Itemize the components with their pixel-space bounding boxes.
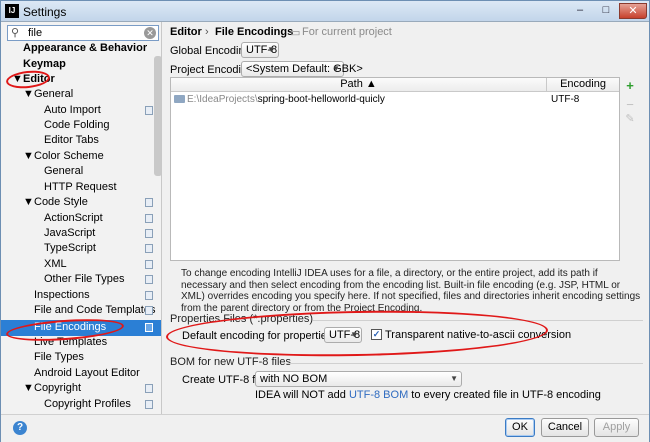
tree-item-color-scheme[interactable]: Color Scheme <box>34 149 104 164</box>
project-scope-icon <box>145 198 153 207</box>
bom-value: with NO BOM <box>260 373 328 385</box>
tree-item-file-types[interactable]: File Types <box>34 350 84 365</box>
bom-section-title: BOM for new UTF-8 files <box>170 356 292 368</box>
project-encoding-select[interactable]: <System Default: GBK> ▼ <box>241 61 363 77</box>
bom-select[interactable]: with NO BOM ▼ <box>255 371 462 387</box>
chevron-down-icon: ▼ <box>450 374 458 383</box>
tree-item-other-file-types[interactable]: Other File Types <box>44 272 125 287</box>
chevron-down-icon[interactable]: ▼ <box>23 381 34 396</box>
encoding-column-header[interactable]: Encoding <box>547 78 619 92</box>
sidebar-scrollbar[interactable] <box>154 56 161 176</box>
tree-item-inspections[interactable]: Inspections <box>34 288 90 303</box>
tree-item-http-request[interactable]: HTTP Request <box>44 180 117 195</box>
settings-window: IJ Settings – □ ✕ ⚲ file ✕ Appearance & … <box>0 0 650 442</box>
window-title: Settings <box>23 5 67 19</box>
search-icon: ⚲ <box>11 27 20 39</box>
chevron-down-icon[interactable]: ▼ <box>23 149 34 164</box>
tree-item-xml[interactable]: XML <box>44 257 67 272</box>
tree-item-file-and-code-templates[interactable]: File and Code Templates <box>34 303 155 318</box>
encodings-table[interactable]: Path ▲ Encoding E:\IdeaProjects\spring-b… <box>170 77 620 261</box>
path-column-header[interactable]: Path ▲ <box>171 78 547 92</box>
tree-item-code-folding[interactable]: Code Folding <box>44 118 109 133</box>
scope-note: For current project <box>302 26 392 38</box>
project-scope-icon <box>145 275 153 284</box>
project-scope-icon <box>145 244 153 253</box>
breadcrumb-editor: Editor <box>170 26 202 38</box>
tree-item-auto-import[interactable]: Auto Import <box>44 103 101 118</box>
help-icon[interactable]: ? <box>13 421 27 435</box>
page-title: File Encodings <box>215 26 294 38</box>
tree-item-actionscript[interactable]: ActionScript <box>44 211 103 226</box>
tree-item-editor-tabs[interactable]: Editor Tabs <box>44 133 99 148</box>
title-bar[interactable]: IJ Settings – □ ✕ <box>1 1 649 22</box>
clear-search-icon[interactable]: ✕ <box>144 27 156 39</box>
path-name: spring-boot-helloworld-quicly <box>257 94 385 105</box>
chevron-down-icon[interactable]: ▼ <box>23 195 34 210</box>
chevron-down-icon: ▼ <box>332 64 340 73</box>
encoding-help-text: To change encoding IntelliJ IDEA uses fo… <box>181 268 641 314</box>
settings-search-input[interactable]: ⚲ file ✕ <box>7 25 159 41</box>
tree-item-javascript[interactable]: JavaScript <box>44 226 95 241</box>
folder-icon <box>174 95 185 103</box>
minimize-button[interactable]: – <box>567 3 593 19</box>
project-scope-icon <box>145 400 153 409</box>
tree-item-android-layout-editor[interactable]: Android Layout Editor <box>34 366 140 381</box>
tree-item-general[interactable]: General <box>34 87 73 102</box>
bom-note-before: IDEA will NOT add <box>255 389 349 401</box>
ok-button[interactable]: OK <box>505 418 535 437</box>
global-encoding-select[interactable]: UTF-8 ▼ <box>241 42 279 58</box>
tree-item-copyright[interactable]: Copyright <box>34 381 81 396</box>
tree-item-appearance-behavior[interactable]: Appearance & Behavior <box>23 41 147 56</box>
add-path-button[interactable]: + <box>623 79 637 93</box>
tree-item-typescript[interactable]: TypeScript <box>44 241 96 256</box>
breadcrumb-separator: › <box>205 26 209 38</box>
tree-item-code-style[interactable]: Code Style <box>34 195 88 210</box>
chevron-down-icon[interactable]: ▼ <box>23 87 34 102</box>
path-prefix: E:\IdeaProjects\ <box>187 94 258 105</box>
maximize-button[interactable]: □ <box>593 3 619 19</box>
encoding-cell[interactable]: UTF-8 <box>551 93 579 107</box>
section-divider <box>286 363 643 364</box>
utf8-bom-link[interactable]: UTF-8 BOM <box>349 389 408 401</box>
file-encodings-panel: Editor › File Encodings ▭ For current pr… <box>163 22 649 414</box>
project-scope-icon <box>145 214 153 223</box>
bom-note-after: to every created file in UTF-8 encoding <box>408 389 601 401</box>
project-encoding-value: <System Default: GBK> <box>246 63 363 75</box>
project-scope-icon <box>145 106 153 115</box>
close-button[interactable]: ✕ <box>619 3 647 19</box>
intellij-app-icon: IJ <box>5 4 19 18</box>
path-cell: E:\IdeaProjects\spring-boot-helloworld-q… <box>174 93 385 107</box>
search-value: file <box>28 27 43 39</box>
tree-item-color-scheme-general[interactable]: General <box>44 164 83 179</box>
project-scope-icon <box>145 260 153 269</box>
apply-button[interactable]: Apply <box>594 418 639 437</box>
cancel-button[interactable]: Cancel <box>541 418 589 437</box>
project-scope-icon: ▭ <box>290 27 301 39</box>
chevron-down-icon: ▼ <box>267 45 275 54</box>
remove-path-button[interactable]: − <box>623 98 637 112</box>
tree-item-copyright-profiles[interactable]: Copyright Profiles <box>44 397 131 412</box>
bom-note: IDEA will NOT add UTF-8 BOM to every cre… <box>255 389 601 401</box>
edit-path-button[interactable]: ✎ <box>623 112 637 126</box>
project-scope-icon <box>145 229 153 238</box>
project-scope-icon <box>145 306 153 315</box>
table-row[interactable]: E:\IdeaProjects\spring-boot-helloworld-q… <box>171 93 619 107</box>
project-scope-icon <box>145 291 153 300</box>
project-scope-icon <box>145 384 153 393</box>
dialog-button-bar: ? OK Cancel Apply <box>1 414 649 442</box>
project-scope-icon <box>145 323 153 332</box>
